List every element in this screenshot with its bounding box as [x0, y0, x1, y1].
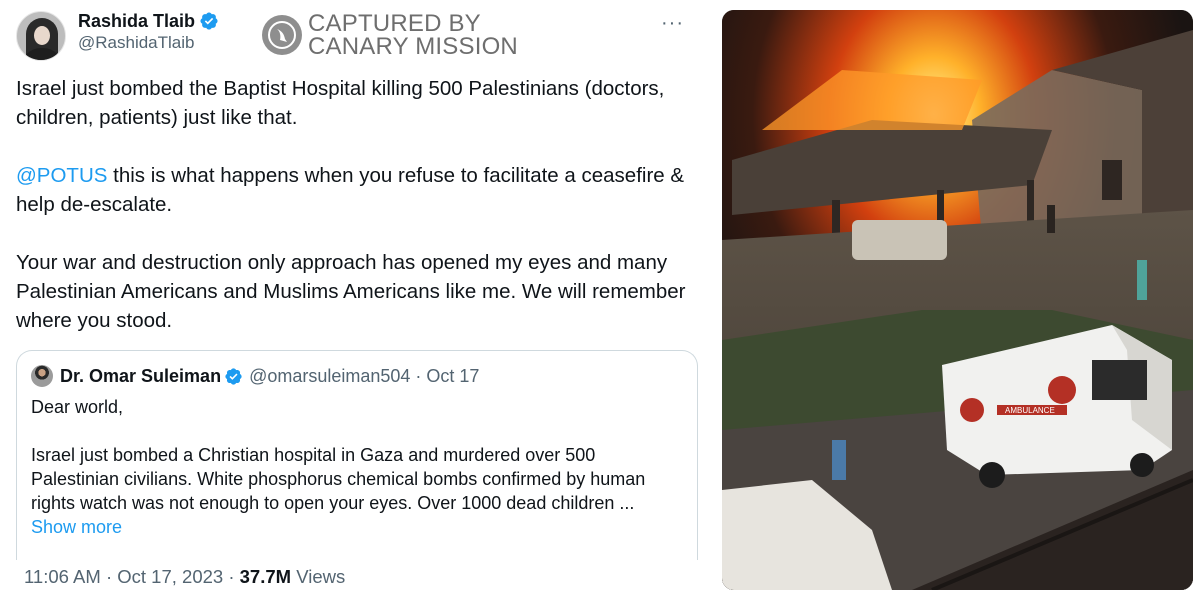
quoted-author-handle[interactable]: @omarsuleiman504 [249, 365, 410, 387]
author-name-text[interactable]: Rashida Tlaib [78, 10, 195, 32]
watermark-line2: CANARY MISSION [308, 33, 518, 60]
quoted-body-text: Israel just bombed a Christian hospital … [31, 445, 646, 513]
tweet-header: Rashida Tlaib @RashidaTlaib CAPTURED BY … [16, 8, 706, 64]
author-handle[interactable]: @RashidaTlaib [78, 32, 219, 54]
quoted-author-avatar[interactable] [31, 365, 53, 387]
author-display-name[interactable]: Rashida Tlaib [78, 10, 219, 32]
verified-badge-icon [225, 367, 242, 385]
hospital-fire-photo: AMBULANCE [722, 10, 1193, 590]
tweet-date[interactable]: Oct 17, 2023 [117, 566, 223, 587]
meta-separator: · [228, 566, 235, 587]
tweet-paragraph-1: Israel just bombed the Baptist Hospital … [16, 77, 665, 129]
tweet-body: Israel just bombed the Baptist Hospital … [16, 74, 706, 335]
tweet-meta: 11:06 AM · Oct 17, 2023 · 37.7M Views [24, 566, 345, 588]
verified-badge-icon [200, 12, 218, 30]
tweet-paragraph-2-text: this is what happens when you refuse to … [16, 164, 685, 216]
show-more-link[interactable]: Show more [31, 515, 681, 539]
quoted-author-name[interactable]: Dr. Omar Suleiman [60, 365, 221, 387]
tweet-paragraph-2: @POTUS this is what happens when you ref… [16, 161, 706, 219]
canary-mission-watermark: CAPTURED BY CANARY MISSION [262, 10, 518, 60]
meta-separator: · [105, 566, 113, 587]
author-avatar[interactable] [16, 11, 66, 61]
quoted-tweet-body: Dear world, Israel just bombed a Christi… [31, 395, 681, 539]
tweet-paragraph-3: Your war and destruction only approach h… [16, 251, 686, 332]
quoted-separator: · [415, 366, 422, 386]
quoted-tweet-header: Dr. Omar Suleiman @omarsuleiman504 · Oct… [31, 365, 479, 387]
tweet-card: Rashida Tlaib @RashidaTlaib CAPTURED BY … [0, 0, 712, 603]
watermark-line1: CAPTURED BY [308, 10, 481, 37]
tweet-time[interactable]: 11:06 AM [24, 566, 101, 587]
canary-mission-logo-icon [262, 15, 302, 55]
quoted-greeting: Dear world, [31, 397, 124, 417]
views-count[interactable]: 37.7M [240, 566, 291, 587]
tweet-photo[interactable]: AMBULANCE [722, 10, 1193, 590]
potus-mention-link[interactable]: @POTUS [16, 164, 107, 187]
quoted-date[interactable]: Oct 17 [426, 365, 479, 387]
more-options-icon[interactable]: ··· [661, 12, 684, 35]
views-label: Views [296, 566, 346, 587]
author-names: Rashida Tlaib @RashidaTlaib [78, 10, 219, 54]
ambulance-label: AMBULANCE [1005, 406, 1055, 415]
quoted-tweet[interactable]: Dr. Omar Suleiman @omarsuleiman504 · Oct… [16, 350, 698, 560]
